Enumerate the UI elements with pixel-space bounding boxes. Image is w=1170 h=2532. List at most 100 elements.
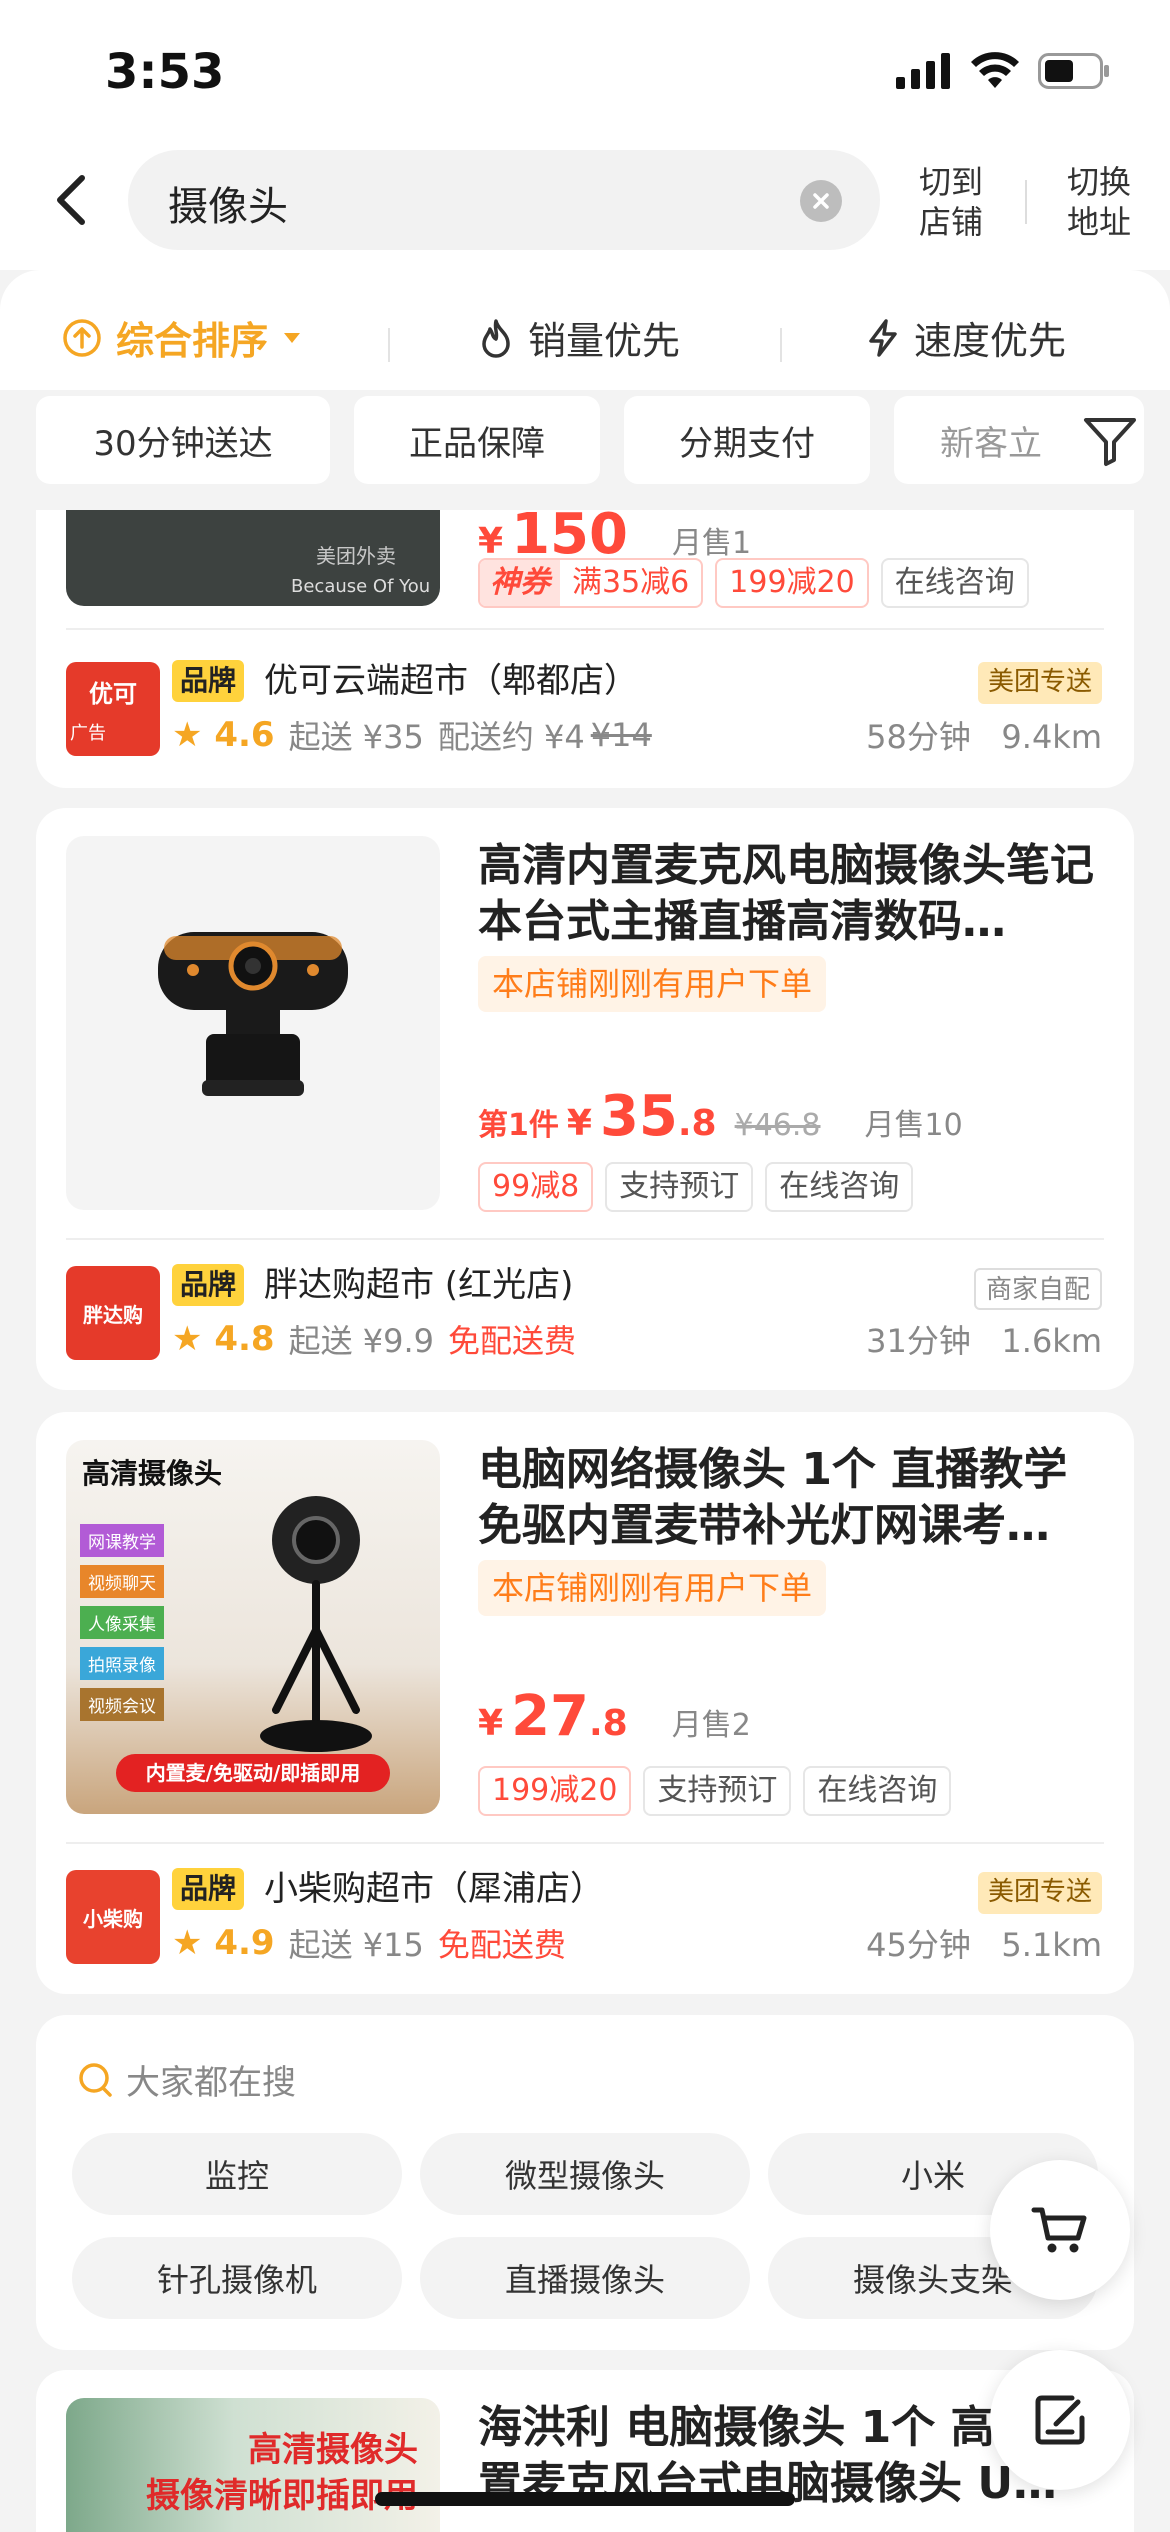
sold-count: 月售1 — [671, 526, 752, 561]
price: 第1件 ¥ 35 .8 ¥46.8 月售10 — [478, 1084, 963, 1149]
filter-chip-installment[interactable]: 分期支付 — [624, 396, 870, 484]
min-order: 起送 ¥35 — [288, 718, 424, 756]
shop-distance: 45分钟 5.1km — [866, 1920, 1102, 1966]
promo-tags: 99减8 支持预订 在线咨询 — [478, 1162, 914, 1212]
rating-value: 4.9 — [214, 1923, 275, 1963]
product-card[interactable]: 高清内置麦克风电脑摄像头笔记本台式主播直播高清数码… 本店铺刚刚有用户下单 第1… — [36, 808, 1134, 1390]
card-divider — [66, 628, 1104, 630]
lightning-icon — [869, 318, 897, 357]
cart-button[interactable] — [990, 2160, 1130, 2300]
rating-value: 4.6 — [214, 715, 275, 755]
signal-icon — [896, 53, 950, 89]
price-yen: ¥ — [478, 1703, 504, 1744]
shop-distance: 31分钟 1.6km — [866, 1316, 1102, 1362]
card-divider — [66, 1842, 1104, 1844]
status-bar: 3:53 — [0, 0, 1170, 150]
filter-chip-authentic[interactable]: 正品保障 — [354, 396, 600, 484]
filter-chip-30min[interactable]: 30分钟送达 — [36, 396, 330, 484]
distance: 1.6km — [1001, 1322, 1102, 1360]
promo-tag: 199减20 — [478, 1766, 632, 1816]
edit-button[interactable] — [990, 2350, 1130, 2490]
shop-meta: ★ 4.9 起送 ¥15 免配送费 — [172, 1920, 566, 1966]
sort-by-sales[interactable]: 销量优先 — [478, 310, 680, 365]
rating: ★ 4.8 — [172, 1319, 275, 1359]
rating: ★ 4.6 — [172, 715, 275, 755]
sort-bar: 综合排序 销量优先 速度优先 — [0, 270, 1170, 400]
sold-count: 月售2 — [671, 1708, 751, 1743]
popular-searches: 大家都在搜 监控 微型摄像头 小米 针孔摄像机 直播摄像头 摄像头支架 — [36, 2015, 1134, 2350]
cart-icon — [1031, 2207, 1087, 2253]
popular-chip[interactable]: 微型摄像头 — [420, 2133, 750, 2215]
promo-tag: 在线咨询 — [803, 1766, 952, 1816]
caret-down-icon — [284, 332, 301, 343]
order-hint: 本店铺刚刚有用户下单 — [478, 1560, 827, 1616]
shop-name[interactable]: 胖达购超市 (红光店) — [264, 1264, 573, 1306]
delivery-fee: 免配送费 — [437, 1926, 566, 1964]
home-indicator — [375, 2492, 795, 2506]
clear-search-button[interactable] — [800, 180, 842, 222]
thumb-feature: 视频会议 — [80, 1688, 164, 1721]
coupon-tag: 神券 满35减6 — [478, 558, 704, 608]
popular-chip[interactable]: 直播摄像头 — [420, 2237, 750, 2319]
edit-note-icon — [1035, 2395, 1085, 2445]
delivery-fee: 免配送费 — [448, 1322, 577, 1360]
promo-tag: 在线咨询 — [765, 1162, 914, 1212]
card-divider — [66, 1238, 1104, 1240]
product-title[interactable]: 电脑网络摄像头 1个 直播教学免驱内置麦带补光灯网课考… — [478, 1442, 1098, 1554]
thumb-caption: Because Of You — [291, 576, 431, 597]
promo-tag: 在线咨询 — [880, 558, 1029, 608]
battery-icon — [1038, 53, 1109, 89]
coupon-value: 满35减6 — [572, 565, 690, 600]
header-divider — [1025, 180, 1027, 224]
distance: 5.1km — [1001, 1926, 1102, 1964]
status-icons — [896, 52, 1110, 90]
thumb-feature: 人像采集 — [80, 1606, 164, 1639]
product-image: 高清摄像头 摄像清晰即插即用 — [66, 2398, 440, 2532]
search-icon — [79, 2062, 112, 2097]
filter-icon[interactable] — [1080, 410, 1140, 470]
delivery-badge: 商家自配 — [973, 1268, 1102, 1310]
sort-by-speed-label: 速度优先 — [914, 319, 1067, 363]
sort-comprehensive[interactable]: 综合排序 — [62, 310, 302, 365]
ad-label: 广告 — [70, 722, 106, 744]
delivery-time: 58分钟 — [866, 718, 971, 756]
switch-store-button[interactable]: 切到店铺 — [906, 162, 996, 242]
thumb-feature: 视频聊天 — [80, 1565, 164, 1598]
original-price: ¥46.8 — [734, 1108, 821, 1143]
price-dec: .8 — [589, 1703, 628, 1744]
delivery-badge: 美团专送 — [977, 662, 1102, 704]
product-image: 高清摄像头 网课教学 视频聊天 人像采集 拍照录像 视频会议 内置麦/免驱动/即… — [66, 1440, 440, 1814]
delivery-fee-original: ¥14 — [590, 716, 652, 754]
product-title[interactable]: 高清内置麦克风电脑摄像头笔记本台式主播直播高清数码… — [478, 838, 1098, 950]
price-dec: .8 — [677, 1103, 717, 1144]
product-card[interactable]: 高清摄像头 网课教学 视频聊天 人像采集 拍照录像 视频会议 内置麦/免驱动/即… — [36, 1412, 1134, 1994]
popular-chip[interactable]: 针孔摄像机 — [72, 2237, 402, 2319]
price-int: 35 — [599, 1084, 678, 1149]
shop-logo[interactable]: 胖达购 — [66, 1266, 160, 1360]
back-button[interactable] — [40, 170, 100, 230]
filter-chips: 30分钟送达 正品保障 分期支付 新客立 — [0, 390, 1170, 510]
sort-by-speed[interactable]: 速度优先 — [866, 310, 1066, 365]
thumb-feature: 网课教学 — [80, 1524, 164, 1557]
search-input[interactable]: 摄像头 — [128, 150, 880, 250]
price-int: 27 — [511, 1684, 589, 1749]
product-card[interactable]: 高清摄像头 摄像清晰即插即用 海洪利 电脑摄像头 1个 高清内置麦克风台式电脑摄… — [36, 2370, 1134, 2532]
switch-address-button[interactable]: 切换地址 — [1054, 162, 1144, 242]
product-card[interactable]: 美团外卖 Because Of You ¥ 150 月售1 神券 满35减6 1… — [36, 510, 1134, 788]
shop-logo[interactable]: 小柴购 — [66, 1870, 160, 1964]
chevron-left-icon — [57, 175, 85, 225]
shop-logo[interactable]: 优可 广告 — [66, 662, 160, 756]
search-query: 摄像头 — [168, 184, 288, 230]
search-header: 摄像头 切到店铺 切换地址 — [0, 140, 1170, 270]
shop-logo-text: 优可 — [89, 679, 137, 708]
close-icon — [813, 193, 829, 209]
price-prefix: 第1件 — [478, 1108, 559, 1143]
popular-chip[interactable]: 监控 — [72, 2133, 402, 2215]
promo-tag: 支持预订 — [605, 1162, 754, 1212]
shop-name[interactable]: 小柴购超市（犀浦店） — [264, 1868, 604, 1910]
coupon-label: 神券 — [480, 560, 560, 606]
distance: 9.4km — [1001, 718, 1102, 756]
promo-tags: 神券 满35减6 199减20 在线咨询 — [478, 558, 1029, 608]
delivery-time: 31分钟 — [866, 1322, 971, 1360]
shop-name[interactable]: 优可云端超市（郫都店） — [264, 660, 638, 702]
